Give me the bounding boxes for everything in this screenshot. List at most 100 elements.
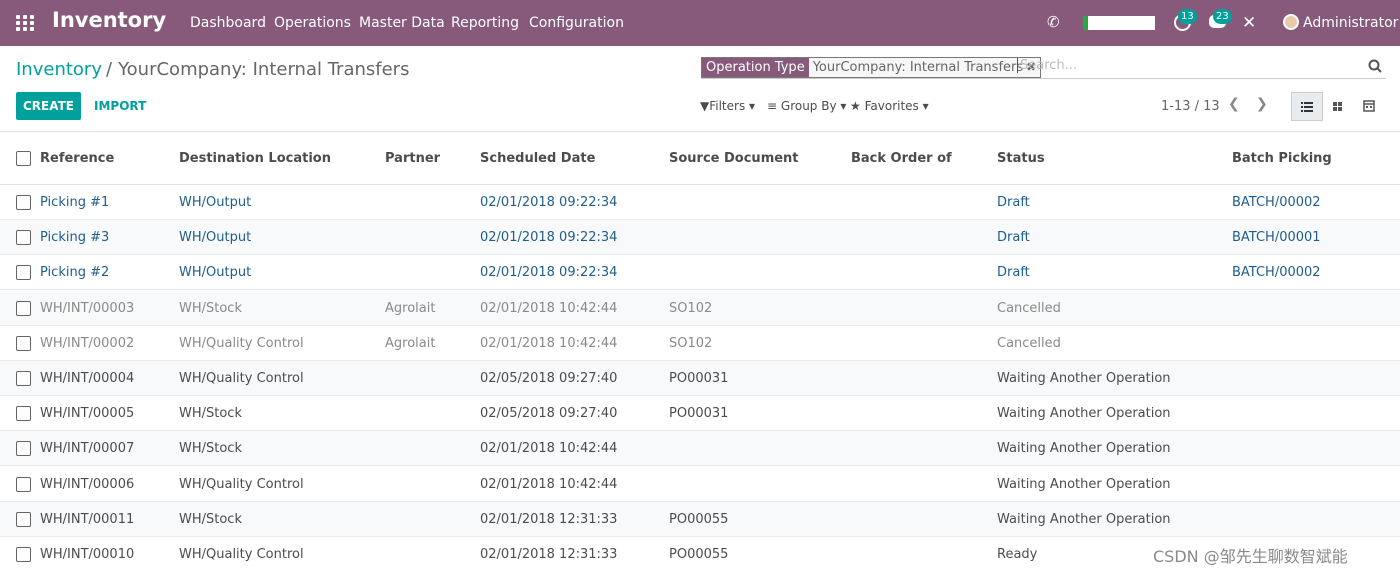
phone-icon[interactable]: ✆ [1047, 13, 1060, 59]
kanban-view-icon [1333, 102, 1342, 111]
pager-value[interactable]: 1-13 / 13 [1161, 99, 1220, 114]
column-header-partner[interactable]: Partner [385, 151, 440, 166]
facet-category: Operation Type [702, 58, 809, 77]
group-by-label: Group By [780, 99, 837, 113]
select-all-checkbox[interactable] [16, 151, 31, 166]
row-checkbox[interactable] [16, 511, 31, 527]
table-row[interactable]: WH/INT/00005 WH/Stock 02/05/2018 09:27:40 P… [0, 396, 1400, 432]
pager-previous-icon[interactable]: ❮ [1228, 96, 1240, 112]
menu-configuration[interactable]: Configuration [529, 15, 624, 31]
calendar-view-button[interactable] [1353, 92, 1385, 121]
menu-dashboard[interactable]: Dashboard [190, 15, 266, 31]
group-by-dropdown[interactable]: ≡ Group By ▾ [767, 99, 846, 113]
menu-master-data[interactable]: Master Data [359, 15, 445, 31]
kanban-view-button[interactable] [1322, 92, 1354, 121]
column-header-back-order-of[interactable]: Back Order of [851, 151, 952, 166]
cell-scheduled-date: 02/01/2018 12:31:33 [480, 547, 618, 562]
cell-status: Waiting Another Operation [997, 511, 1171, 527]
table-row[interactable]: Picking #1 WH/Output 02/01/2018 09:22:34 Dr… [0, 185, 1400, 220]
cell-partner: Agrolait [385, 300, 436, 316]
table-row[interactable]: WH/INT/00004 WH/Quality Control 02/05/2018… [0, 361, 1400, 396]
cell-scheduled-date: 02/05/2018 09:27:40 [480, 371, 618, 386]
row-checkbox[interactable] [16, 265, 31, 281]
cell-reference: WH/INT/00011 [40, 511, 135, 527]
menu-reporting[interactable]: Reporting [451, 15, 519, 31]
row-checkbox[interactable] [16, 230, 31, 246]
caret-down-icon: ▾ [922, 99, 929, 113]
table-row[interactable]: WH/INT/00007 WH/Stock 02/01/2018 10:42:44 W… [0, 431, 1400, 467]
avatar[interactable] [1283, 14, 1299, 30]
column-header-source-document[interactable]: Source Document [669, 151, 799, 166]
caret-down-icon: ▾ [749, 99, 756, 113]
cell-status: Draft [997, 195, 1030, 210]
activity-count-badge: 13 [1178, 9, 1197, 24]
row-checkbox[interactable] [16, 371, 31, 386]
cell-status: Waiting Another Operation [997, 476, 1171, 492]
row-checkbox[interactable] [16, 406, 31, 422]
cell-reference: Picking #3 [40, 230, 110, 246]
cell-destination: WH/Quality Control [179, 371, 304, 386]
apps-grid-icon[interactable] [16, 15, 34, 31]
row-checkbox[interactable] [16, 300, 31, 316]
cell-batch-picking: BATCH/00002 [1232, 195, 1321, 210]
cell-source-document: PO00031 [669, 371, 729, 386]
row-checkbox[interactable] [16, 335, 31, 351]
list-icon: ≡ [767, 99, 778, 113]
breadcrumb-inventory-link[interactable]: Inventory [16, 59, 102, 80]
cell-status: Ready [997, 547, 1038, 562]
user-menu[interactable]: Administrator [1303, 15, 1398, 31]
favorites-dropdown[interactable]: ★ Favorites ▾ [850, 99, 929, 113]
column-header-status[interactable]: Status [997, 151, 1045, 166]
cell-source-document: SO102 [669, 335, 713, 351]
transfers-table: Reference Destination Location Partner S… [0, 131, 1400, 562]
cell-status: Cancelled [997, 300, 1061, 316]
menu-operations[interactable]: Operations [274, 15, 351, 31]
cell-scheduled-date: 02/01/2018 09:22:34 [480, 195, 618, 210]
column-header-destination[interactable]: Destination Location [179, 151, 331, 166]
table-row[interactable]: WH/INT/00011 WH/Stock 02/01/2018 12:31:33 P… [0, 501, 1400, 537]
cell-status: Waiting Another Operation [997, 371, 1171, 386]
cell-status: Cancelled [997, 335, 1061, 351]
table-row[interactable]: Picking #2 WH/Output 02/01/2018 09:22:34 Dr… [0, 255, 1400, 291]
filters-label: Filters [709, 99, 746, 113]
cell-destination: WH/Quality Control [179, 547, 304, 562]
row-checkbox[interactable] [16, 476, 31, 492]
row-checkbox[interactable] [16, 441, 31, 457]
cell-status: Draft [997, 265, 1030, 281]
create-button[interactable]: CREATE [16, 92, 81, 120]
table-row[interactable]: WH/INT/00003 WH/Stock Agrolait 02/01/2018 1… [0, 290, 1400, 326]
column-header-batch-picking[interactable]: Batch Picking [1232, 151, 1332, 166]
cell-reference: Picking #2 [40, 265, 110, 281]
search-input[interactable] [1017, 58, 1357, 73]
table-header: Reference Destination Location Partner S… [0, 132, 1400, 185]
cell-reference: Picking #1 [40, 195, 110, 210]
search-icon[interactable] [1368, 59, 1382, 73]
filters-dropdown[interactable]: ▼Filters ▾ [700, 99, 755, 113]
cell-reference: WH/INT/00007 [40, 441, 135, 457]
facet-value: YourCompany: Internal Transfers ✖ [808, 58, 1041, 77]
breadcrumb: Inventory / YourCompany: Internal Transfer… [16, 59, 409, 80]
table-row[interactable]: Picking #3 WH/Output 02/01/2018 09:22:34 Dr… [0, 220, 1400, 256]
app-brand[interactable]: Inventory [52, 8, 166, 32]
page-title: YourCompany: Internal Transfers [118, 59, 410, 80]
filter-icon: ▼ [700, 99, 710, 113]
cell-destination: WH/Quality Control [179, 335, 304, 351]
cell-reference: WH/INT/00004 [40, 371, 135, 386]
search-bar: Operation Type YourCompany: Internal Tra… [701, 57, 1386, 79]
import-button[interactable]: IMPORT [94, 99, 146, 113]
voip-status-bar[interactable] [1083, 16, 1155, 30]
list-view-button[interactable] [1291, 92, 1323, 121]
pager-next-icon[interactable]: ❯ [1256, 96, 1268, 112]
cell-destination: WH/Stock [179, 511, 242, 527]
cell-destination: WH/Output [179, 195, 252, 210]
close-icon[interactable]: ✕ [1242, 13, 1256, 33]
column-header-reference[interactable]: Reference [40, 151, 114, 166]
row-checkbox[interactable] [16, 547, 31, 562]
table-row[interactable]: WH/INT/00006 WH/Quality Control 02/01/2018… [0, 467, 1400, 502]
cell-scheduled-date: 02/01/2018 09:22:34 [480, 265, 618, 281]
column-header-scheduled-date[interactable]: Scheduled Date [480, 151, 595, 166]
table-row[interactable]: WH/INT/00002 WH/Quality Control Agrolait 02… [0, 326, 1400, 361]
cell-reference: WH/INT/00005 [40, 406, 135, 422]
row-checkbox[interactable] [16, 195, 31, 210]
cell-source-document: PO00055 [669, 511, 729, 527]
